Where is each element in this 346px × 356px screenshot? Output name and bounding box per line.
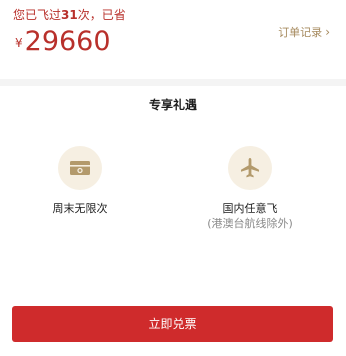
- benefit-label: 国内任意飞: [222, 202, 278, 215]
- redeem-button[interactable]: 立即兑票: [12, 306, 333, 342]
- benefit-note: (港澳台航线除外): [207, 217, 293, 230]
- flight-count-text: 您已飞过31次，已省: [13, 7, 126, 23]
- airplane-icon: [228, 146, 272, 190]
- benefits-title: 专享礼遇: [148, 98, 197, 112]
- order-records-link[interactable]: 订单记录 ›: [278, 24, 330, 41]
- savings-summary: 您已飞过31次，已省 ¥29660 订单记录 ›: [0, 0, 346, 79]
- currency-symbol: ¥: [15, 36, 23, 50]
- benefits-panel: 专享礼遇 周末无限次 国内任意飞 (港澳台航线除外) 立即兑票: [0, 86, 346, 356]
- order-records-label: 订单记录: [278, 26, 323, 39]
- saved-amount-value: 29660: [24, 26, 111, 57]
- flown-prefix: 您已飞过: [13, 8, 62, 22]
- chevron-right-icon: ›: [325, 25, 330, 39]
- benefit-domestic-any-flight: 国内任意飞 (港澳台航线除外): [190, 146, 310, 231]
- flown-suffix: 次，已省: [77, 8, 126, 22]
- benefit-weekend-unlimited: 周末无限次: [20, 146, 140, 216]
- benefit-label: 周末无限次: [52, 202, 108, 215]
- saved-amount: ¥29660: [15, 26, 111, 58]
- flight-count: 31: [61, 8, 78, 22]
- ticket-icon: [58, 146, 102, 190]
